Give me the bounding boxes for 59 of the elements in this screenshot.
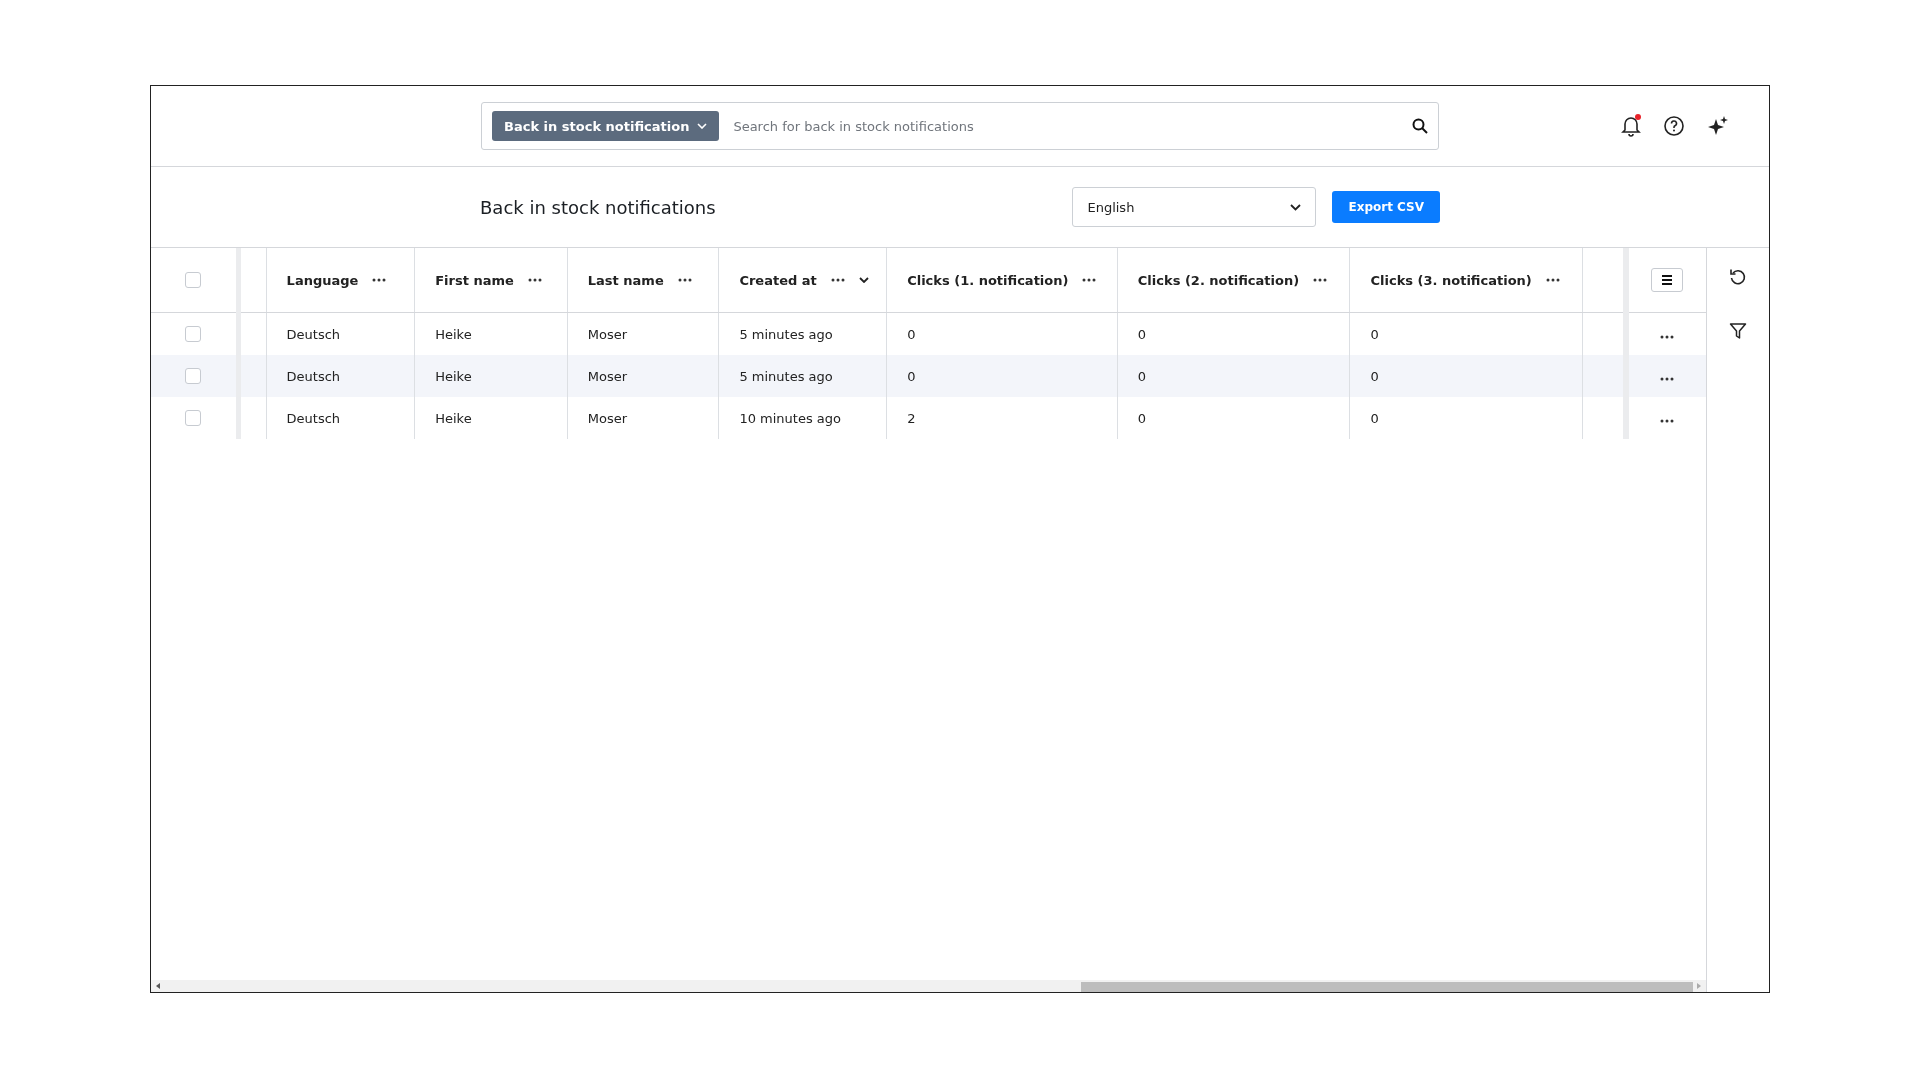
column-header[interactable]: Clicks (1. notification) xyxy=(907,272,1069,288)
page-title: Back in stock notifications xyxy=(480,196,716,218)
sort-chevron-icon[interactable] xyxy=(858,277,869,283)
sparkle-icon[interactable] xyxy=(1707,115,1729,137)
help-icon[interactable] xyxy=(1663,115,1685,137)
more-icon[interactable] xyxy=(372,278,387,282)
column-header[interactable]: Last name xyxy=(587,272,664,288)
scroll-left-icon[interactable] xyxy=(154,982,162,990)
row-checkbox[interactable] xyxy=(185,368,202,385)
row-actions-icon[interactable] xyxy=(1660,376,1675,381)
table-cell: Heike xyxy=(435,410,472,426)
table-cell: Deutsch xyxy=(286,410,341,426)
more-icon[interactable] xyxy=(527,278,542,282)
more-icon[interactable] xyxy=(1313,278,1328,282)
table-cell: 0 xyxy=(1370,326,1379,342)
table-cell: Moser xyxy=(587,326,628,342)
row-checkbox[interactable] xyxy=(185,410,202,427)
menu-icon xyxy=(1661,275,1674,285)
reset-icon[interactable] xyxy=(1729,268,1747,286)
row-checkbox[interactable] xyxy=(185,326,202,343)
table-cell: 0 xyxy=(1137,326,1147,342)
language-select[interactable]: English xyxy=(1072,187,1317,227)
more-icon[interactable] xyxy=(677,278,692,282)
export-csv-button[interactable]: Export CSV xyxy=(1332,191,1440,223)
search-scope-dropdown[interactable]: Back in stock notification xyxy=(492,111,720,141)
table-cell: 0 xyxy=(1370,410,1379,426)
table-cell: Moser xyxy=(587,410,628,426)
more-icon[interactable] xyxy=(830,278,845,282)
table-cell: 5 minutes ago xyxy=(739,368,833,384)
table-cell: 2 xyxy=(907,410,916,426)
table-cell: Heike xyxy=(435,326,472,342)
column-header[interactable]: Language xyxy=(286,272,359,288)
table-cell: 0 xyxy=(907,326,916,342)
more-icon[interactable] xyxy=(1082,278,1097,282)
table-cell: Heike xyxy=(435,368,472,384)
select-all-checkbox[interactable] xyxy=(185,272,202,289)
table-cell: Deutsch xyxy=(286,326,341,342)
table-cell: 0 xyxy=(1137,368,1147,384)
row-actions-icon[interactable] xyxy=(1660,418,1675,423)
column-header[interactable]: Clicks (2. notification) xyxy=(1137,272,1300,288)
columns-menu-button[interactable] xyxy=(1651,268,1684,292)
chevron-down-icon xyxy=(697,123,708,129)
column-header[interactable]: Clicks (3. notification) xyxy=(1370,272,1532,288)
bell-icon[interactable] xyxy=(1621,115,1641,137)
search-icon[interactable] xyxy=(1412,118,1428,134)
column-header[interactable]: Created at xyxy=(739,272,817,288)
more-icon[interactable] xyxy=(1545,278,1560,282)
table-cell: Moser xyxy=(587,368,628,384)
column-header[interactable]: First name xyxy=(435,272,514,288)
table-cell: 0 xyxy=(1137,410,1147,426)
table-cell: 0 xyxy=(1370,368,1379,384)
horizontal-scrollbar[interactable] xyxy=(151,980,1706,992)
row-actions-icon[interactable] xyxy=(1660,334,1675,339)
table-cell: Deutsch xyxy=(286,368,341,384)
table-cell: 10 minutes ago xyxy=(739,410,841,426)
table-cell: 5 minutes ago xyxy=(739,326,833,342)
filter-icon[interactable] xyxy=(1729,322,1747,340)
chevron-down-icon xyxy=(1290,203,1302,211)
table-cell: 0 xyxy=(907,368,916,384)
